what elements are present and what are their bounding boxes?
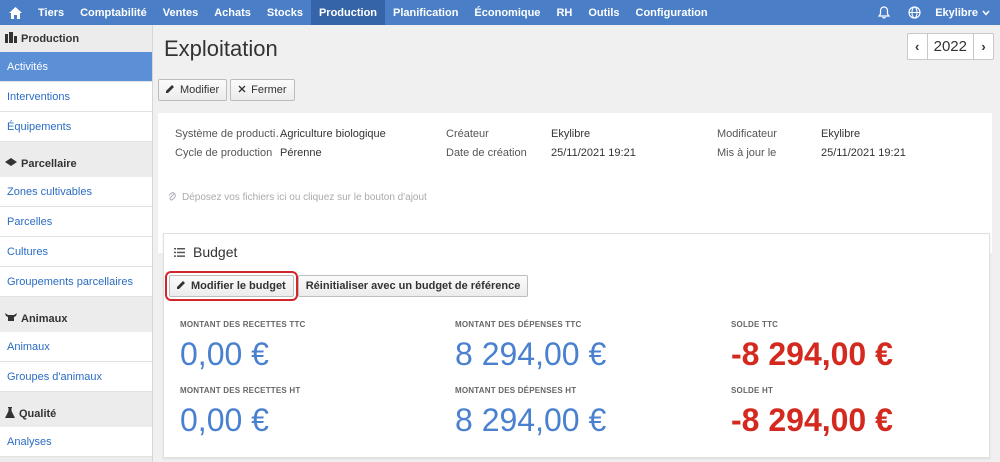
recettes-ht-label: MONTANT DES RECETTES HT [180, 386, 301, 395]
close-icon [238, 84, 246, 96]
top-navbar: Tiers Comptabilité Ventes Achats Stocks … [0, 0, 1000, 25]
sidebar-item-animaux[interactable]: Animaux [0, 332, 152, 362]
close-button[interactable]: Fermer [230, 79, 295, 101]
sidebar-item-activites[interactable]: Activités [0, 52, 152, 82]
depenses-ttc-value: 8 294,00 € [455, 336, 607, 372]
home-icon[interactable] [0, 0, 30, 25]
edit-budget-button[interactable]: Modifier le budget [165, 271, 298, 301]
page-title: Exploitation [164, 36, 278, 61]
sidebar-item-equipements[interactable]: Équipements [0, 112, 152, 142]
recettes-ht-value: 0,00 € [180, 402, 269, 438]
budget-panel: Budget Modifier le budget Réinitialiser … [163, 233, 990, 458]
sidebar-section-qualite: Qualité [0, 400, 152, 427]
sidebar-item-cultures[interactable]: Cultures [0, 237, 152, 267]
budget-actions: Modifier le budget Réinitialiser avec un… [165, 271, 529, 301]
solde-ht-label: SOLDE HT [731, 386, 774, 395]
chevron-left-icon[interactable]: ‹ [908, 34, 927, 59]
solde-ht-value: -8 294,00 € [731, 402, 893, 438]
sidebar-section-parcellaire: Parcellaire [0, 150, 152, 177]
nav-economique[interactable]: Économique [466, 0, 548, 25]
sidebar-section-animaux: Animaux [0, 305, 152, 332]
info-panel: Système de producti… Agriculture biologi… [158, 113, 992, 253]
nav-outils[interactable]: Outils [580, 0, 627, 25]
reset-budget-button[interactable]: Réinitialiser avec un budget de référenc… [297, 275, 529, 297]
year-value: 2022 [926, 34, 974, 59]
updated-value: 25/11/2021 19:21 [821, 147, 906, 159]
nav-production[interactable]: Production [310, 0, 386, 25]
toolbar: Modifier Fermer [158, 79, 295, 101]
chevron-down-icon [982, 7, 990, 19]
created-label: Date de création [446, 147, 527, 159]
nav-configuration[interactable]: Configuration [628, 0, 716, 25]
sidebar-item-groupes-animaux[interactable]: Groupes d'animaux [0, 362, 152, 392]
recettes-ttc-value: 0,00 € [180, 336, 269, 372]
production-system-value: Agriculture biologique [280, 128, 386, 140]
pencil-icon [177, 280, 186, 292]
budget-title: Budget [193, 244, 238, 260]
globe-icon[interactable] [899, 0, 929, 25]
user-name: Ekylibre [935, 6, 978, 19]
animal-icon [5, 312, 17, 325]
sidebar-item-parcelles[interactable]: Parcelles [0, 207, 152, 237]
creator-label: Créateur [446, 128, 489, 140]
sidebar: Production Activités Interventions Équip… [0, 25, 153, 462]
year-selector: ‹ 2022 › [906, 33, 994, 60]
chevron-right-icon[interactable]: › [974, 34, 993, 59]
depenses-ttc-label: MONTANT DES DÉPENSES TTC [455, 320, 582, 329]
list-icon [174, 244, 185, 260]
user-menu[interactable]: Ekylibre [929, 7, 1000, 19]
cycle-label: Cycle de production [175, 147, 273, 159]
recettes-ttc-label: MONTANT DES RECETTES TTC [180, 320, 306, 329]
sidebar-item-analyses[interactable]: Analyses [0, 427, 152, 457]
solde-ttc-label: SOLDE TTC [731, 320, 779, 329]
created-value: 25/11/2021 19:21 [551, 147, 636, 159]
sidebar-item-groupements-parcellaires[interactable]: Groupements parcellaires [0, 267, 152, 297]
production-system-label: Système de producti… [175, 128, 287, 140]
depenses-ht-label: MONTANT DES DÉPENSES HT [455, 386, 577, 395]
flask-icon [5, 406, 15, 421]
creator-value: Ekylibre [551, 128, 591, 140]
updated-label: Mis à jour le [717, 147, 777, 159]
parcel-icon [5, 157, 17, 170]
nav-planification[interactable]: Planification [385, 0, 466, 25]
file-dropzone[interactable]: Déposez vos fichiers ici ou cliquez sur … [168, 191, 427, 204]
solde-ttc-value: -8 294,00 € [731, 336, 893, 372]
sidebar-section-production: Production [0, 25, 152, 52]
cycle-value: Pérenne [280, 147, 322, 159]
bell-icon[interactable] [869, 0, 899, 25]
sidebar-item-interventions[interactable]: Interventions [0, 82, 152, 112]
nav-rh[interactable]: RH [548, 0, 580, 25]
edit-button[interactable]: Modifier [158, 79, 228, 101]
nav-stocks[interactable]: Stocks [259, 0, 311, 25]
nav-tiers[interactable]: Tiers [30, 0, 72, 25]
production-icon [5, 31, 17, 46]
nav-ventes[interactable]: Ventes [155, 0, 206, 25]
modifier-label: Modificateur [717, 128, 777, 140]
budget-header: Budget [174, 244, 237, 260]
main-content: Exploitation ‹ 2022 › Modifier Fermer Sy… [153, 25, 1000, 462]
modifier-value: Ekylibre [821, 128, 861, 140]
sidebar-item-zones-cultivables[interactable]: Zones cultivables [0, 177, 152, 207]
paperclip-icon [168, 191, 176, 204]
depenses-ht-value: 8 294,00 € [455, 402, 607, 438]
pencil-icon [166, 84, 175, 96]
nav-achats[interactable]: Achats [206, 0, 259, 25]
nav-comptabilite[interactable]: Comptabilité [72, 0, 155, 25]
